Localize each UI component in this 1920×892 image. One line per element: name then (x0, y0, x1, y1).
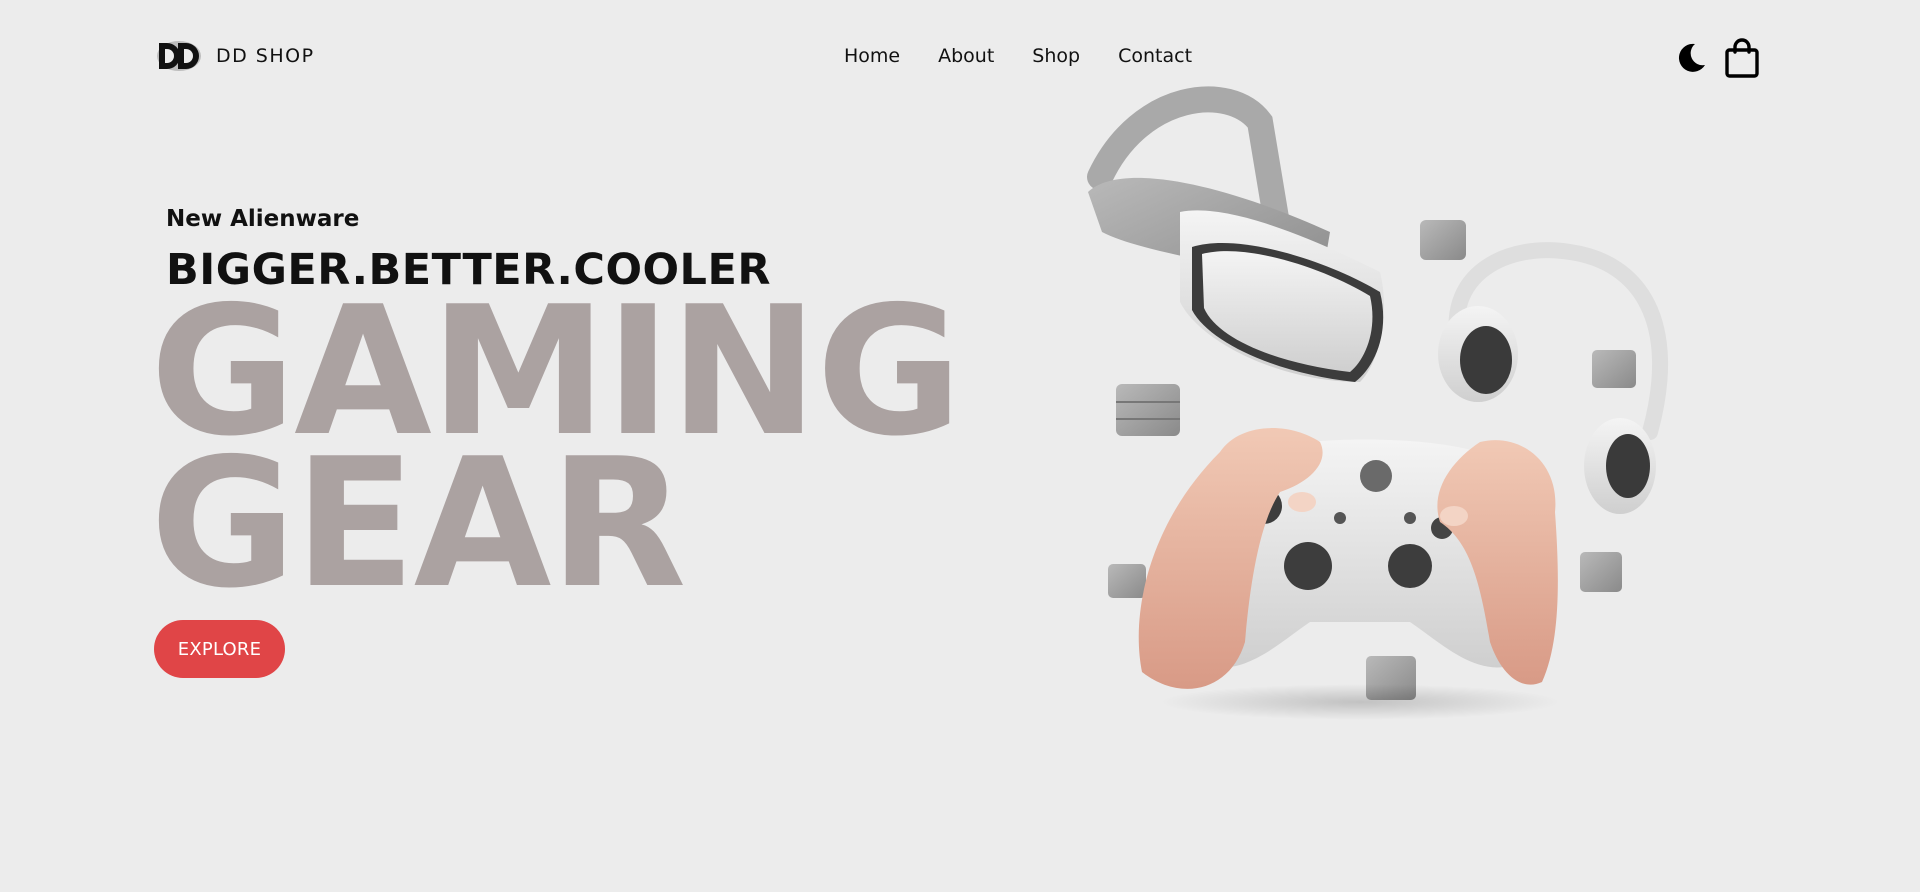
main-nav: Home About Shop Contact (844, 45, 1192, 67)
shopping-bag-icon[interactable] (1724, 38, 1760, 78)
nav-about[interactable]: About (938, 45, 994, 67)
nav-home[interactable]: Home (844, 45, 900, 67)
brand-name: DD SHOP (216, 45, 315, 67)
brand-logo[interactable]: DD SHOP (156, 40, 315, 72)
hero-illustration (1087, 86, 1669, 720)
hero-headline: GAMING GEAR (150, 283, 962, 613)
hero-kicker: New Alienware (166, 206, 360, 232)
dd-monogram-icon (157, 41, 201, 71)
explore-button[interactable]: EXPLORE (154, 620, 285, 678)
vr-headset-graphic (1087, 86, 1384, 382)
nav-shop[interactable]: Shop (1032, 45, 1080, 67)
landing-page: DD SHOP Home About Shop Contact New Alie… (0, 0, 1920, 892)
header-actions (1674, 38, 1760, 78)
moon-icon[interactable] (1674, 41, 1708, 75)
nav-contact[interactable]: Contact (1118, 45, 1192, 67)
